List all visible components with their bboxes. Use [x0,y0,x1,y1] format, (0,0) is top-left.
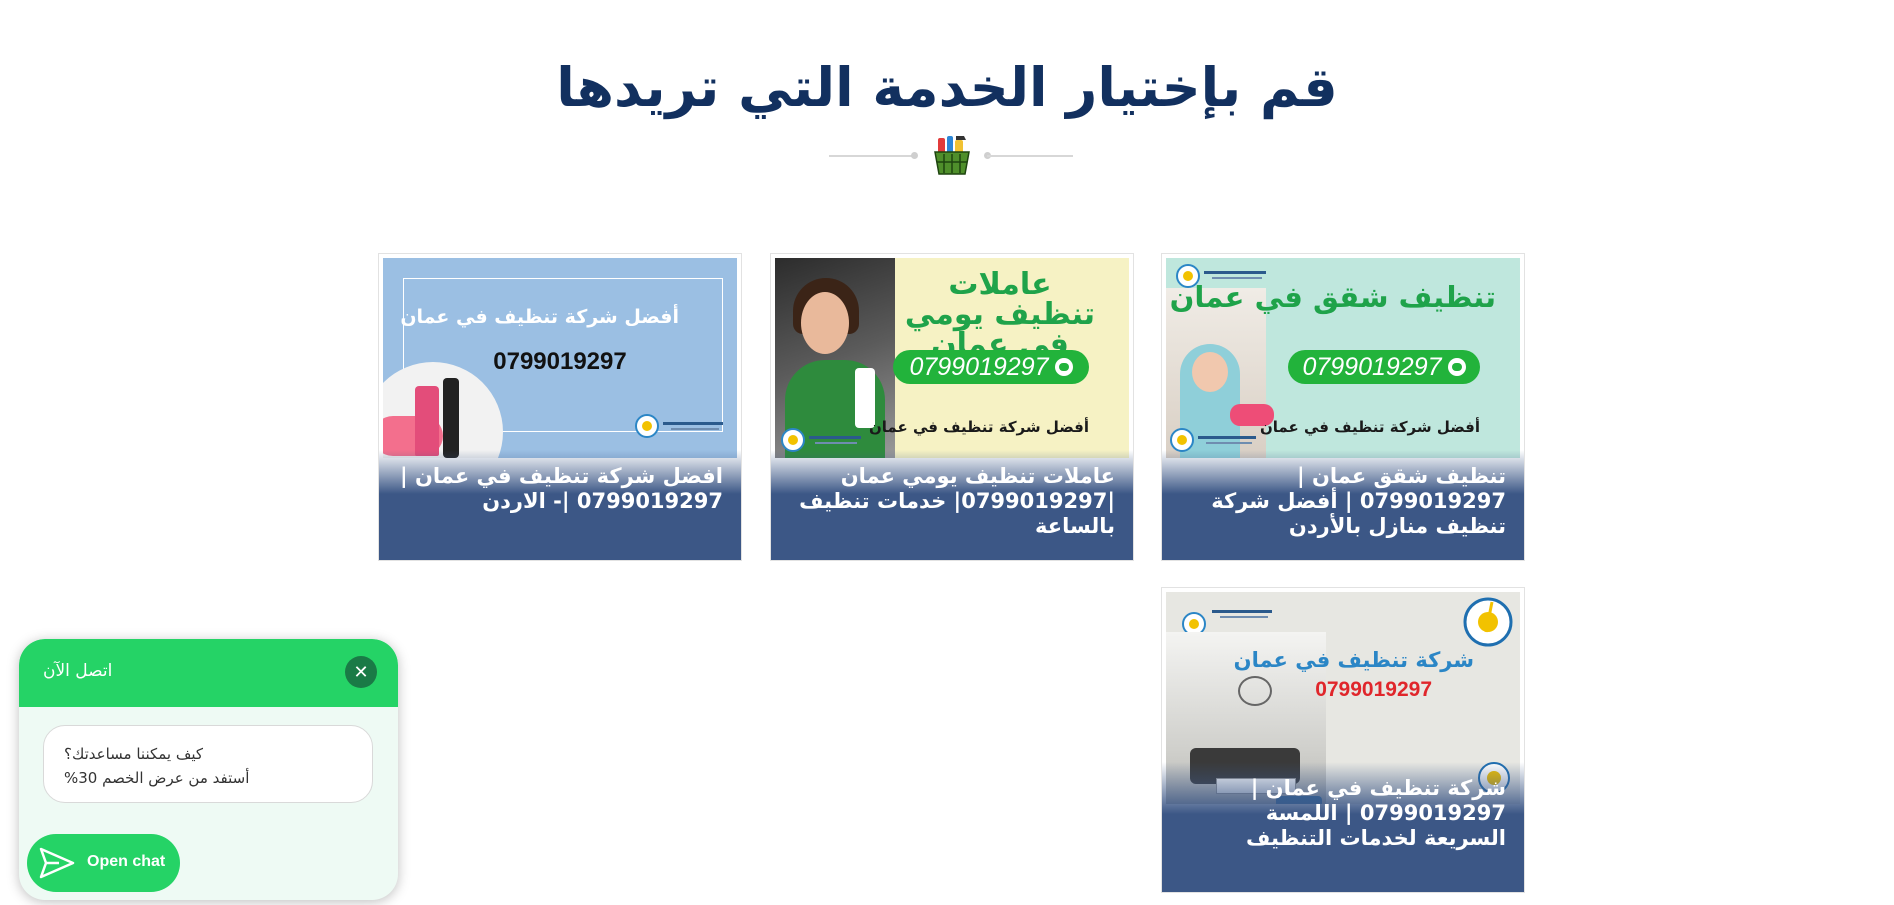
title-divider [829,130,1073,180]
chat-header: اتصل الآن ✕ [19,639,398,707]
chat-widget: اتصل الآن ✕ كيف يمكننا مساعدتك؟ أستفد من… [19,639,398,900]
phone-icon [1054,358,1073,376]
company-logo [635,414,723,438]
service-card-daily-maids[interactable]: عاملات تنظيف يومي في عمان 0799019297 أفض… [770,253,1134,561]
thumb-phone-pill: 0799019297 [1288,350,1480,384]
thumb-phone: 0799019297 [1302,352,1442,381]
open-chat-button[interactable]: Open chat [27,834,180,892]
service-card-title[interactable]: عاملات تنظيف يومي عمان |0799019297| خدما… [771,450,1133,560]
service-card-title[interactable]: افضل شركة تنظيف في عمان | 0799019297 |- … [379,450,741,560]
service-card-apartments[interactable]: تنظيف شقق في عمان 0799019297 أفضل شركة ت… [1161,253,1525,561]
thumb-phone: 0799019297 [909,352,1049,381]
cleaning-basket-icon [934,136,970,175]
send-icon [39,847,75,879]
service-card-image[interactable]: تنظيف شقق في عمان 0799019297 أفضل شركة ت… [1166,258,1520,458]
thumb-headline: شركة تنظيف في عمان [1233,648,1474,672]
thumb-phone-pill: 0799019297 [893,350,1089,384]
service-card-title[interactable]: شركة تنظيف في عمان | 0799019297 | اللمسة… [1162,762,1524,892]
service-card-image[interactable]: أفضل شركة تنظيف في عمان 0799019297 [383,258,737,458]
chat-message-line: أستفد من عرض الخصم 30% [64,769,250,787]
company-emblem-icon [1463,597,1513,647]
service-card-title[interactable]: تنظيف شقق عمان | 0799019297 | أفضل شركة … [1162,450,1524,560]
thumb-headline: عاملات تنظيف يومي في عمان [904,267,1096,362]
chat-header-title: اتصل الآن [43,661,113,681]
service-card-best-company[interactable]: أفضل شركة تنظيف في عمان 0799019297 افضل … [378,253,742,561]
phone-icon [1447,358,1466,376]
chat-message-bubble: كيف يمكننا مساعدتك؟ أستفد من عرض الخصم 3… [43,725,373,803]
close-icon[interactable]: ✕ [345,656,377,688]
thumb-phone: 0799019297 [493,348,627,375]
chat-message-line: كيف يمكننا مساعدتك؟ [64,745,204,763]
thumb-phone: 0799019297 [1315,678,1432,701]
open-chat-label: Open chat [87,853,166,870]
service-card-quick-touch[interactable]: شركة تنظيف في عمان 0799019297 شركة تنظيف… [1161,587,1525,893]
thumb-tagline: أفضل شركة تنظيف في عمان [868,418,1089,436]
thumb-headline: تنظيف شقق في عمان [1169,280,1496,314]
service-card-image[interactable]: عاملات تنظيف يومي في عمان 0799019297 أفض… [775,258,1129,458]
thumb-tagline: أفضل شركة تنظيف في عمان [1259,418,1480,436]
section-title: قم بإختيار الخدمة التي تريدها [556,56,1338,119]
thumb-headline: أفضل شركة تنظيف في عمان [400,306,679,328]
